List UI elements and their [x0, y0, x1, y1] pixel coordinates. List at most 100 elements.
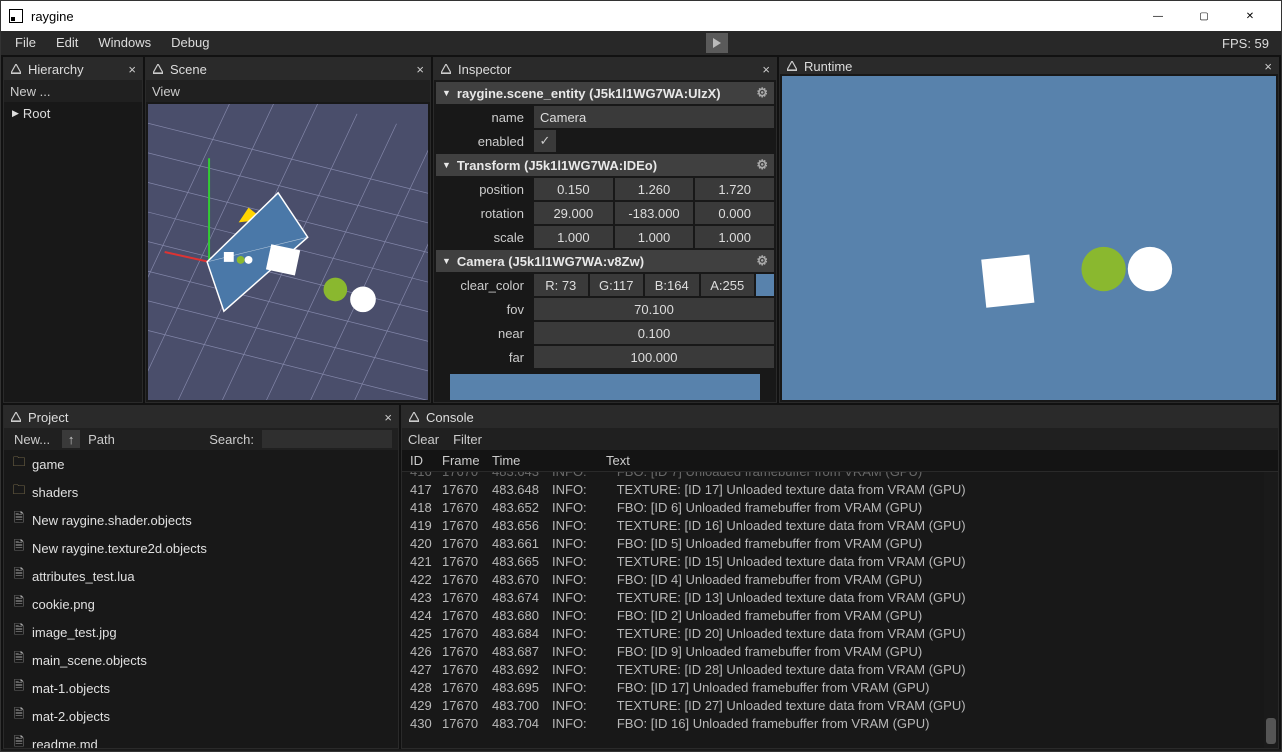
console-body[interactable]: 41617670483.643INFO: FBO: [ID 7] Unloade…: [402, 472, 1278, 748]
console-line: 41817670483.652INFO: FBO: [ID 6] Unloade…: [410, 499, 1270, 517]
scale-y[interactable]: 1.000: [615, 226, 694, 248]
menu-debug[interactable]: Debug: [161, 31, 219, 55]
panel-menu-icon[interactable]: [10, 412, 22, 422]
scale-z[interactable]: 1.000: [695, 226, 774, 248]
project-header[interactable]: Project ×: [4, 406, 398, 428]
project-item-name: readme.md: [32, 737, 98, 749]
console-clear[interactable]: Clear: [408, 432, 439, 447]
far-label: far: [436, 350, 532, 365]
menubar: File Edit Windows Debug FPS: 59: [1, 31, 1281, 55]
scene-header[interactable]: Scene ×: [146, 58, 430, 80]
maximize-button[interactable]: ▢: [1181, 1, 1227, 31]
folder-icon: 🗀: [12, 453, 26, 475]
panel-menu-icon[interactable]: [786, 61, 798, 71]
entity-section-header[interactable]: ▼raygine.scene_entity (J5k1l1WG7WA:UIzX)…: [436, 82, 774, 104]
project-item[interactable]: 🗎cookie.png: [4, 590, 398, 618]
console-line: 42717670483.692INFO: TEXTURE: [ID 28] Un…: [410, 661, 1270, 679]
project-up-button[interactable]: ↑: [62, 430, 80, 448]
scale-x[interactable]: 1.000: [534, 226, 613, 248]
panel-menu-icon[interactable]: [152, 64, 164, 74]
clear-b[interactable]: B:164: [645, 274, 699, 296]
file-icon: 🗎: [12, 649, 26, 671]
scene-view[interactable]: View: [152, 84, 180, 99]
file-icon: 🗎: [12, 509, 26, 531]
hierarchy-header[interactable]: Hierarchy ×: [4, 58, 142, 80]
project-item[interactable]: 🗀game: [4, 450, 398, 478]
gear-icon[interactable]: ⚙: [756, 253, 768, 269]
project-item-name: cookie.png: [32, 597, 95, 612]
project-item[interactable]: 🗎mat-1.objects: [4, 674, 398, 702]
transform-section-header[interactable]: ▼Transform (J5k1l1WG7WA:IDEo)⚙: [436, 154, 774, 176]
hierarchy-root[interactable]: ▶Root: [4, 102, 142, 125]
clear-color-label: clear_color: [436, 278, 532, 293]
runtime-viewport[interactable]: [782, 76, 1276, 400]
project-close-icon[interactable]: ×: [384, 410, 392, 425]
name-field[interactable]: Camera: [534, 106, 774, 128]
project-item[interactable]: 🗎main_scene.objects: [4, 646, 398, 674]
project-path-label: Path: [88, 432, 115, 447]
console-filter[interactable]: Filter: [453, 432, 482, 447]
gear-icon[interactable]: ⚙: [756, 85, 768, 101]
scrollbar-thumb[interactable]: [1266, 718, 1276, 744]
console-header[interactable]: Console: [402, 406, 1278, 428]
position-z[interactable]: 1.720: [695, 178, 774, 200]
position-x[interactable]: 0.150: [534, 178, 613, 200]
project-item[interactable]: 🗎attributes_test.lua: [4, 562, 398, 590]
scene-viewport[interactable]: [148, 104, 428, 400]
panel-menu-icon[interactable]: [408, 412, 420, 422]
console-title: Console: [426, 410, 1272, 425]
close-button[interactable]: ✕: [1227, 1, 1273, 31]
project-title: Project: [28, 410, 378, 425]
near-label: near: [436, 326, 532, 341]
position-y[interactable]: 1.260: [615, 178, 694, 200]
console-line: 42817670483.695INFO: FBO: [ID 17] Unload…: [410, 679, 1270, 697]
minimize-button[interactable]: —: [1135, 1, 1181, 31]
runtime-header[interactable]: Runtime ×: [780, 58, 1278, 74]
near-field[interactable]: 0.100: [534, 322, 774, 344]
console-line: 42417670483.680INFO: FBO: [ID 2] Unloade…: [410, 607, 1270, 625]
menu-edit[interactable]: Edit: [46, 31, 88, 55]
clear-r[interactable]: R: 73: [534, 274, 588, 296]
inspector-header[interactable]: Inspector ×: [434, 58, 776, 80]
project-search-input[interactable]: [262, 430, 392, 448]
console-line: 41917670483.656INFO: TEXTURE: [ID 16] Un…: [410, 517, 1270, 535]
project-item[interactable]: 🗎mat-2.objects: [4, 702, 398, 730]
far-field[interactable]: 100.000: [534, 346, 774, 368]
menu-file[interactable]: File: [5, 31, 46, 55]
console-line: 43017670483.704INFO: FBO: [ID 16] Unload…: [410, 715, 1270, 733]
play-button[interactable]: [706, 33, 728, 53]
inspector-close-icon[interactable]: ×: [762, 62, 770, 77]
project-new[interactable]: New...: [10, 430, 54, 449]
project-item[interactable]: 🗎image_test.jpg: [4, 618, 398, 646]
hierarchy-close-icon[interactable]: ×: [128, 62, 136, 77]
hierarchy-new[interactable]: New ...: [10, 84, 50, 99]
clear-g[interactable]: G:117: [590, 274, 644, 296]
scene-close-icon[interactable]: ×: [416, 62, 424, 77]
gear-icon[interactable]: ⚙: [756, 157, 768, 173]
runtime-panel: Runtime ×: [779, 57, 1279, 403]
project-item[interactable]: 🗀shaders: [4, 478, 398, 506]
rotation-x[interactable]: 29.000: [534, 202, 613, 224]
fps-counter: FPS: 59: [1214, 36, 1277, 51]
panel-menu-icon[interactable]: [10, 64, 22, 74]
runtime-close-icon[interactable]: ×: [1264, 59, 1272, 74]
project-item[interactable]: 🗎readme.md: [4, 730, 398, 748]
titlebar[interactable]: raygine — ▢ ✕: [1, 1, 1281, 31]
rotation-z[interactable]: 0.000: [695, 202, 774, 224]
project-item-name: attributes_test.lua: [32, 569, 135, 584]
enabled-checkbox[interactable]: ✓: [534, 130, 556, 152]
console-line: 41717670483.648INFO: TEXTURE: [ID 17] Un…: [410, 481, 1270, 499]
project-item[interactable]: 🗎New raygine.texture2d.objects: [4, 534, 398, 562]
menu-windows[interactable]: Windows: [88, 31, 161, 55]
console-line: 42917670483.700INFO: TEXTURE: [ID 27] Un…: [410, 697, 1270, 715]
panel-menu-icon[interactable]: [440, 64, 452, 74]
clear-color-swatch[interactable]: [756, 274, 774, 296]
project-item-name: image_test.jpg: [32, 625, 117, 640]
project-toolbar: New... ↑ Path Search:: [4, 428, 398, 450]
camera-section-header[interactable]: ▼Camera (J5k1l1WG7WA:v8Zw)⚙: [436, 250, 774, 272]
fov-field[interactable]: 70.100: [534, 298, 774, 320]
clear-a[interactable]: A:255: [701, 274, 755, 296]
console-scrollbar[interactable]: [1264, 472, 1278, 748]
rotation-y[interactable]: -183.000: [615, 202, 694, 224]
project-item[interactable]: 🗎New raygine.shader.objects: [4, 506, 398, 534]
